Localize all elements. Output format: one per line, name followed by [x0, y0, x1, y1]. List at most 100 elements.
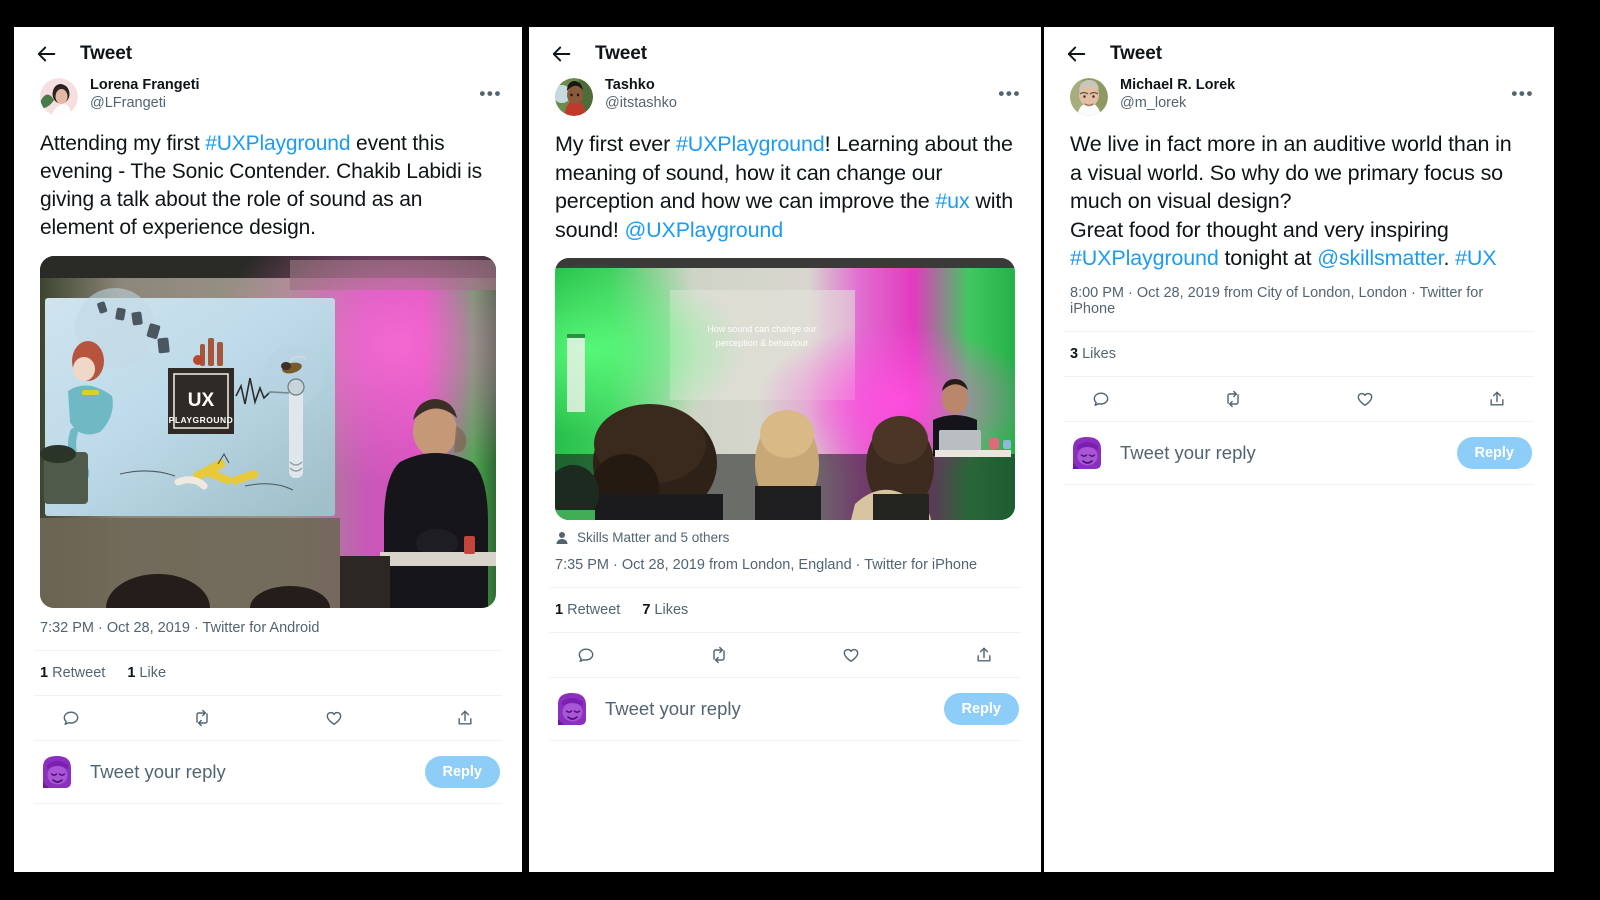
author-display-name: Lorena Frangeti [90, 77, 200, 93]
tweet-link[interactable]: @skillsmatter [1317, 246, 1443, 270]
tweet-text-run: We live in fact more in an auditive worl… [1070, 132, 1512, 214]
page-title: Tweet [1110, 43, 1162, 64]
stat-count: 1 [555, 602, 564, 619]
tweet-text: Attending my first #UXPlayground event t… [14, 130, 522, 242]
reply-input[interactable]: Tweet your reply [605, 698, 928, 720]
more-options-icon[interactable]: ••• [1511, 85, 1534, 102]
reply-icon[interactable] [60, 707, 82, 729]
author-row[interactable]: Lorena Frangeti @LFrangeti ••• [14, 77, 522, 116]
screen-root: Tweet Lorena Frangeti @LFrangeti ••• Att… [0, 0, 1600, 900]
author-display-name: Michael R. Lorek [1120, 77, 1236, 93]
author-handle: @itstashko [605, 95, 677, 112]
author-handle: @m_lorek [1120, 95, 1187, 112]
divider [549, 740, 1021, 742]
tweet-link[interactable]: #UXPlayground [205, 132, 350, 155]
back-arrow-icon[interactable] [551, 43, 573, 65]
more-options-icon[interactable]: ••• [998, 85, 1021, 102]
avatar[interactable] [555, 78, 593, 116]
reply-icon[interactable] [575, 644, 597, 666]
author-names: Tashko @itstashko [605, 77, 677, 112]
reply-input[interactable]: Tweet your reply [1120, 442, 1441, 464]
back-arrow-icon[interactable] [36, 43, 58, 65]
reply-icon[interactable] [1090, 388, 1112, 410]
stat-item[interactable]: 1 Retweet [555, 602, 620, 618]
like-icon[interactable] [323, 707, 345, 729]
reply-button[interactable]: Reply [943, 693, 1019, 726]
tweet-text-run: Attending my first [40, 132, 206, 155]
author-names: Lorena Frangeti @LFrangeti [90, 77, 200, 112]
share-icon[interactable] [454, 707, 476, 729]
reply-composer: Tweet your reply Reply [1044, 422, 1554, 484]
stat-label: Retweet [563, 602, 621, 619]
panel-header: Tweet [14, 27, 522, 77]
stat-label: Likes [1078, 345, 1116, 362]
tagged-people-label: Skills Matter and 5 others [577, 530, 730, 546]
reply-composer: Tweet your reply Reply [529, 678, 1041, 740]
tweet-actions [1044, 377, 1554, 421]
reply-button[interactable]: Reply [424, 755, 500, 788]
share-icon[interactable] [973, 644, 995, 666]
back-arrow-icon[interactable] [1066, 43, 1088, 65]
like-icon[interactable] [1354, 388, 1376, 410]
tweet-link[interactable]: #ux [935, 189, 969, 213]
panel-header: Tweet [1044, 27, 1554, 77]
stat-label: Likes [650, 602, 689, 619]
page-title: Tweet [80, 43, 132, 64]
retweet-icon[interactable] [1222, 388, 1244, 410]
tweet-panel: Tweet [1044, 27, 1554, 872]
tweet-text-run: . [1443, 246, 1456, 271]
stat-item[interactable]: 3 Likes [1070, 346, 1116, 362]
tweet-stats: 1 Retweet 1 Like [14, 651, 522, 695]
stat-label: Retweet [48, 664, 106, 681]
tweet-text-run: tonight at [1218, 246, 1318, 271]
avatar[interactable] [1070, 78, 1108, 116]
author-row[interactable]: Michael R. Lorek @m_lorek ••• [1044, 77, 1554, 116]
retweet-icon[interactable] [708, 644, 730, 666]
svg-text:How sound can change our: How sound can change our [707, 324, 817, 334]
reply-input[interactable]: Tweet your reply [90, 761, 409, 783]
tweet-panel: Tweet Lorena Frangeti @LFrangeti ••• Att… [14, 27, 522, 872]
author-row[interactable]: Tashko @itstashko ••• [529, 77, 1041, 116]
retweet-icon[interactable] [191, 707, 213, 729]
stat-count: 1 [40, 664, 49, 681]
divider [34, 802, 502, 804]
stat-label: Like [135, 664, 167, 681]
page-title: Tweet [595, 43, 647, 64]
reply-composer: Tweet your reply Reply [14, 741, 522, 803]
tagged-people-row[interactable]: Skills Matter and 5 others [529, 520, 1041, 545]
stat-item[interactable]: 1 Like [127, 665, 166, 681]
avatar[interactable] [555, 692, 589, 726]
tweet-link[interactable]: #UX [1455, 246, 1497, 270]
avatar[interactable] [40, 755, 74, 789]
like-icon[interactable] [840, 644, 862, 666]
divider [1064, 483, 1534, 485]
tweet-media-image[interactable]: How sound can change our perception & be… [555, 258, 1015, 521]
svg-text:PLAYGROUND: PLAYGROUND [169, 415, 234, 425]
author-names: Michael R. Lorek @m_lorek [1120, 77, 1235, 112]
tweet-panel: Tweet [529, 27, 1041, 872]
stat-item[interactable]: 1 Retweet [40, 665, 105, 681]
more-options-icon[interactable]: ••• [479, 85, 502, 102]
tweet-timestamp: 7:32 PM · Oct 28, 2019 · Twitter for And… [40, 619, 320, 636]
tweet-media-image[interactable]: UX PLAYGROUND [40, 255, 496, 608]
svg-text:perception & behaviour: perception & behaviour [716, 338, 809, 348]
tweet-actions [14, 696, 522, 740]
avatar[interactable] [1070, 436, 1104, 470]
share-icon[interactable] [1486, 388, 1508, 410]
stat-item[interactable]: 7 Likes [642, 602, 688, 618]
tweet-actions [529, 633, 1041, 677]
tweet-link[interactable]: @UXPlayground [624, 218, 783, 242]
avatar[interactable] [40, 78, 78, 116]
panel-header: Tweet [529, 27, 1041, 77]
tweet-stats: 1 Retweet 7 Likes [529, 588, 1041, 632]
tweet-link[interactable]: #UXPlayground [1070, 246, 1219, 270]
tweet-text-run: My first ever [555, 132, 676, 156]
tweet-link[interactable]: #UXPlayground [676, 132, 825, 156]
tweet-stats: 3 Likes [1044, 332, 1554, 376]
person-icon [555, 531, 569, 545]
reply-button[interactable]: Reply [1456, 436, 1532, 469]
author-display-name: Tashko [605, 77, 655, 93]
tweet-text: We live in fact more in an auditive worl… [1044, 130, 1554, 273]
tweet-text: My first ever #UXPlayground! Learning ab… [529, 130, 1041, 244]
tweet-timestamp: 7:35 PM · Oct 28, 2019 from London, Engl… [555, 557, 978, 574]
